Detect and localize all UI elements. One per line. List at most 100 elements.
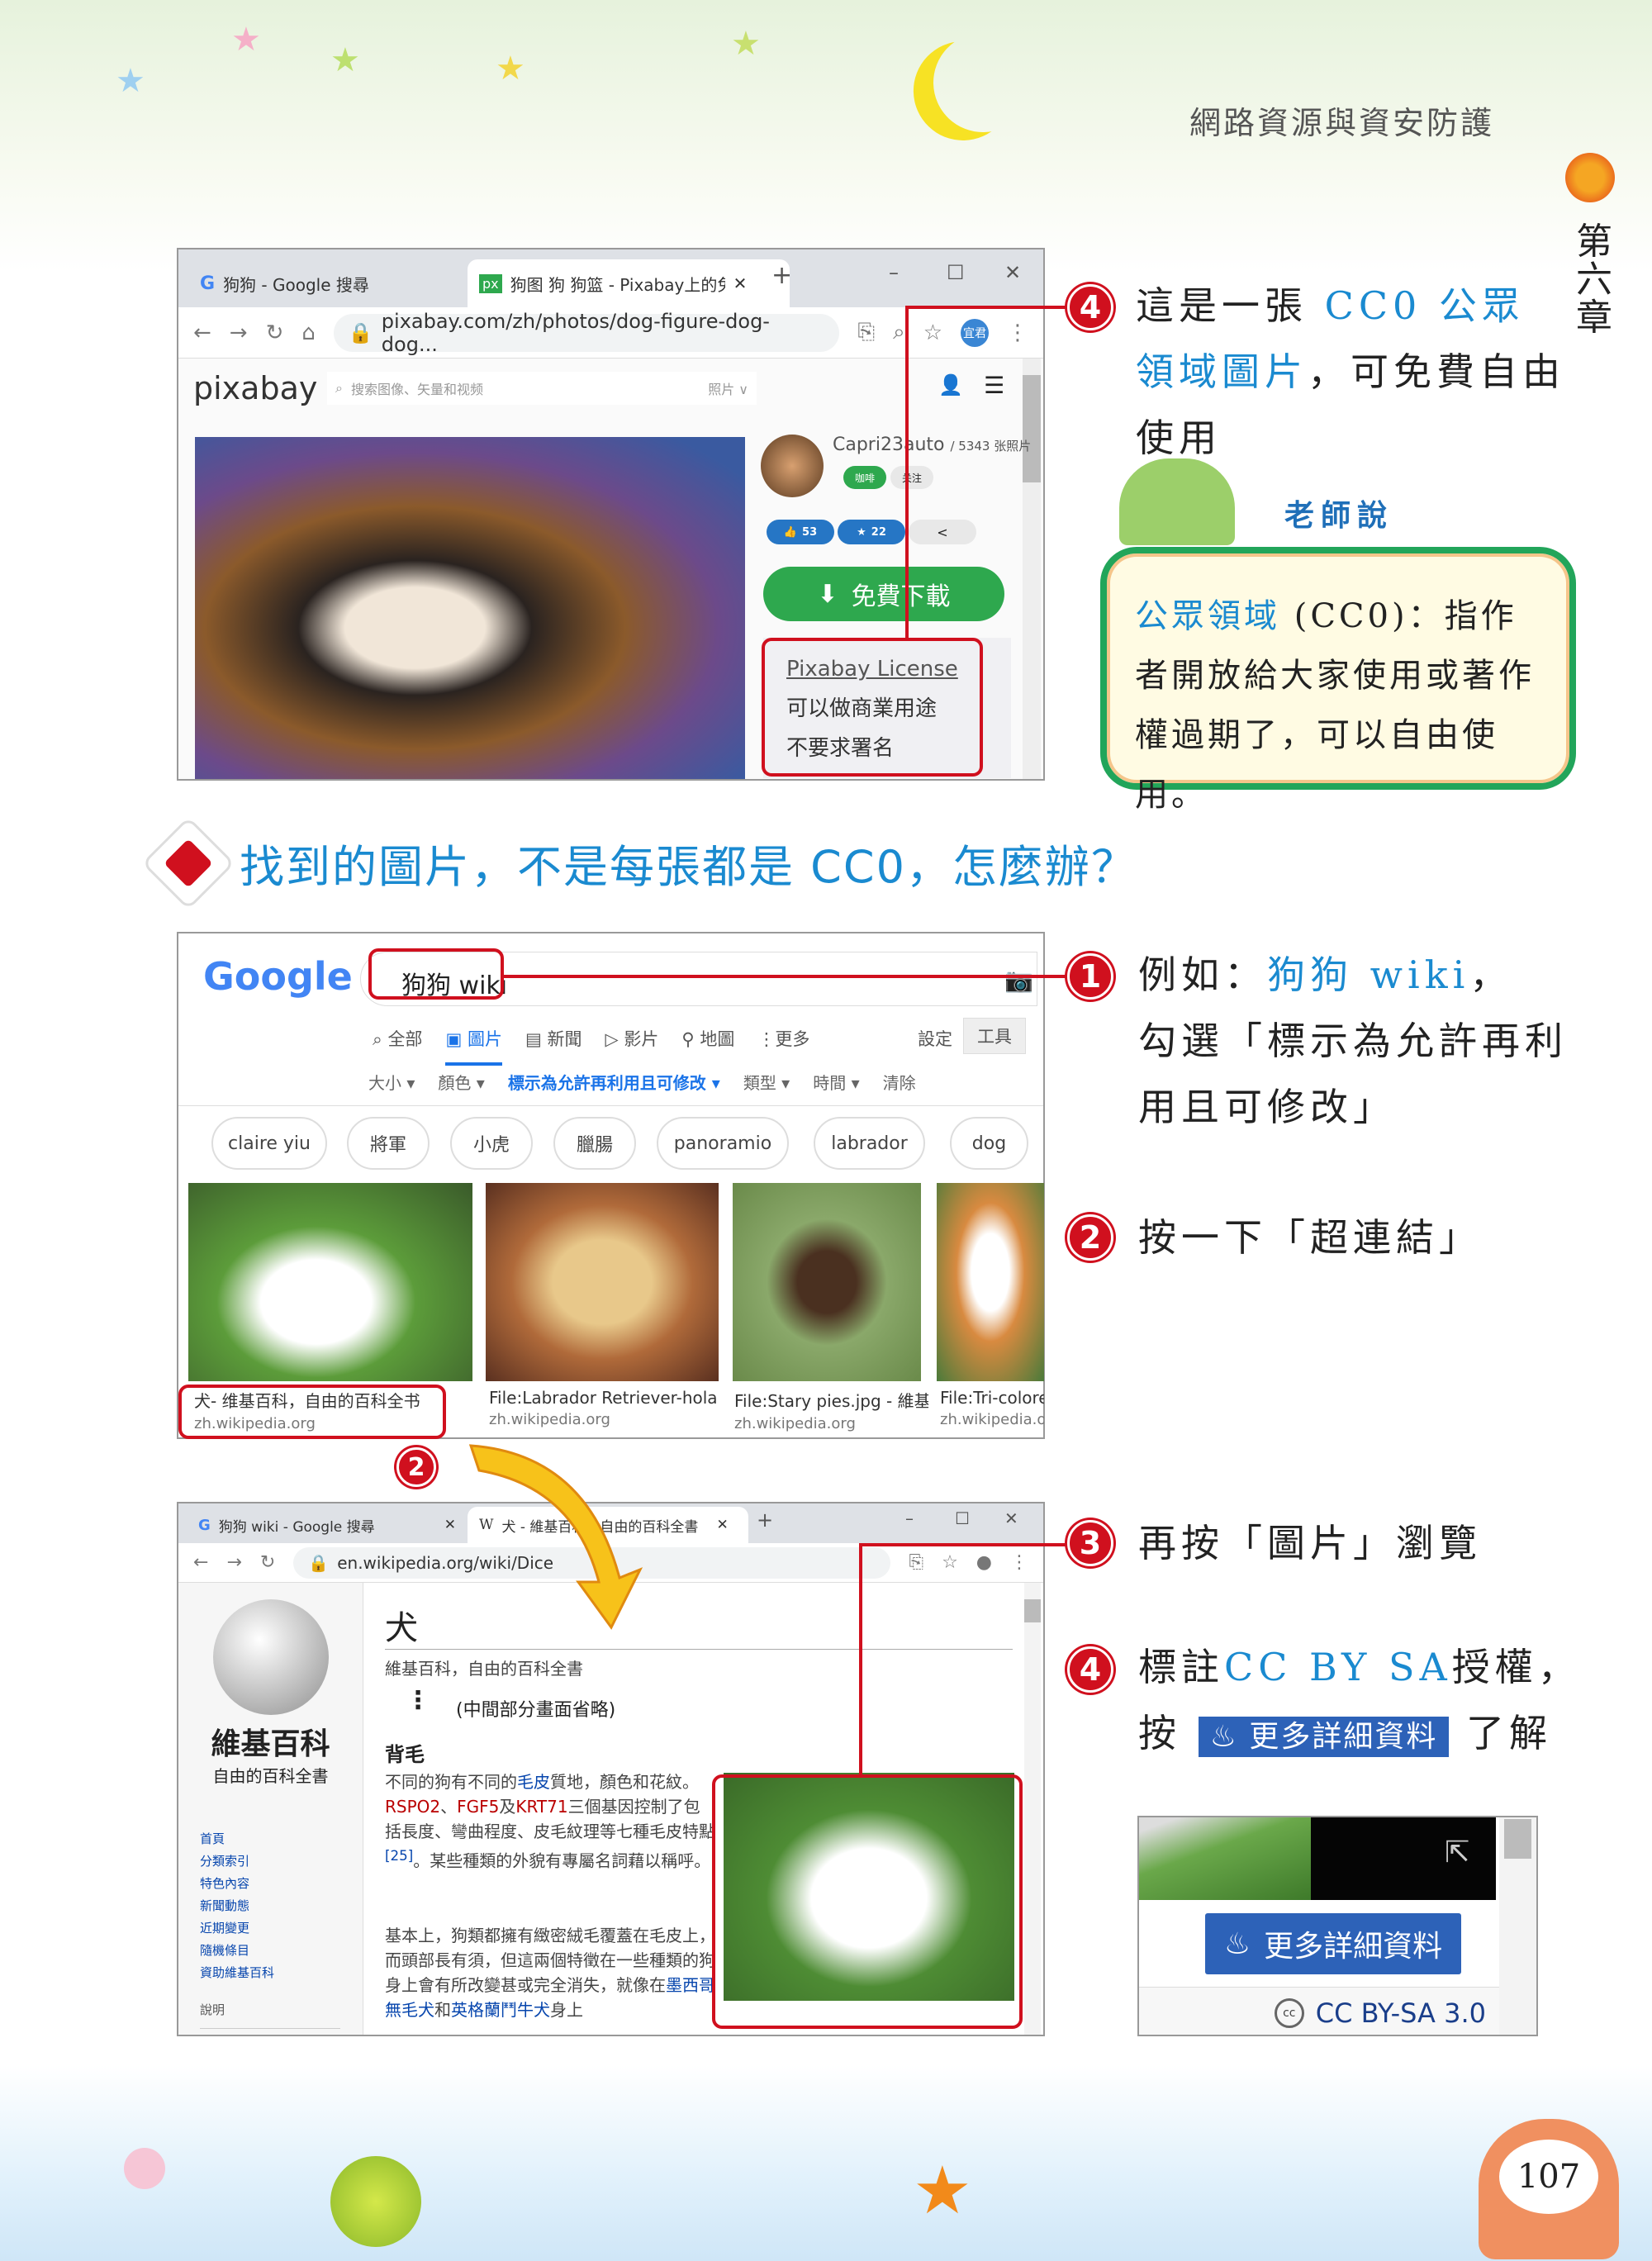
back-icon[interactable]: ← bbox=[193, 1552, 208, 1573]
author-name[interactable]: Capri23auto bbox=[833, 435, 944, 455]
free-download-button[interactable]: ⬇ 免費下載 bbox=[763, 567, 1004, 621]
wiki-tagline: 自由的百科全書 bbox=[212, 1766, 329, 1786]
teacher-says-box: 公眾領域 (CC0)：指作者開放給大家使用或著作權過期了，可以自由使用。 bbox=[1100, 547, 1576, 814]
sidebar-item-home[interactable]: 首頁 bbox=[200, 1828, 363, 1850]
forward-icon[interactable]: → bbox=[230, 321, 248, 345]
profile-icon[interactable]: ● bbox=[976, 1552, 992, 1573]
new-tab-button[interactable]: + bbox=[757, 1508, 773, 1532]
step-2-marker: 2 bbox=[396, 1447, 436, 1487]
reload-icon[interactable]: ↻ bbox=[266, 321, 284, 345]
translate-icon[interactable]: ⎘ bbox=[857, 320, 875, 345]
nav-images[interactable]: ▣ 圖片 bbox=[445, 1026, 502, 1066]
dog-figure-photo[interactable] bbox=[195, 437, 745, 779]
close-tab-icon[interactable]: ✕ bbox=[444, 1517, 456, 1533]
close-tab-icon[interactable]: ✕ bbox=[733, 273, 748, 293]
hamburger-menu-icon[interactable]: ☰ bbox=[984, 372, 1004, 399]
thumbs-up-icon: 👍 bbox=[783, 525, 798, 539]
filter-clear[interactable]: 清除 bbox=[883, 1070, 916, 1094]
result-caption[interactable]: File:Tri-colore zh.wikipedia.or bbox=[940, 1388, 1044, 1428]
chip[interactable]: dog bbox=[950, 1117, 1028, 1170]
scrollbar[interactable] bbox=[1023, 359, 1041, 779]
author-avatar[interactable] bbox=[761, 435, 824, 497]
wikipedia-globe-logo[interactable] bbox=[213, 1599, 329, 1715]
nav-maps[interactable]: ⚲ 地圖 bbox=[681, 1026, 734, 1066]
pixabay-icon: px bbox=[479, 273, 502, 293]
minimize-button[interactable]: – bbox=[889, 261, 899, 284]
image-result-pomeranian[interactable] bbox=[937, 1183, 1044, 1381]
maximize-button[interactable]: ☐ bbox=[947, 261, 965, 284]
pixabay-logo: pixabay bbox=[193, 370, 318, 406]
star-bookmark-icon[interactable]: ☆ bbox=[923, 321, 942, 345]
book-section-title: 網路資源與資安防護 bbox=[1189, 105, 1495, 141]
profile-avatar[interactable]: 宜君 bbox=[961, 318, 989, 347]
nav-more[interactable]: ⋮更多 bbox=[757, 1026, 809, 1066]
coffee-button[interactable]: 咖啡 bbox=[843, 466, 886, 489]
settings-link[interactable]: 設定 bbox=[918, 1026, 952, 1051]
back-icon[interactable]: ← bbox=[193, 321, 211, 345]
sidebar-item-donate[interactable]: 資助維基百科 bbox=[200, 1962, 363, 1984]
tab-pixabay[interactable]: px 狗图 狗 狗篮 - Pixabay上的免 ✕ bbox=[468, 259, 790, 307]
sidebar-item-news[interactable]: 新聞動態 bbox=[200, 1895, 363, 1917]
filter-size[interactable]: 大小 ▾ bbox=[368, 1070, 415, 1094]
license-link[interactable]: CC BY-SA 3.0 bbox=[1316, 1997, 1486, 2029]
sidebar-item-categories[interactable]: 分類索引 bbox=[200, 1850, 363, 1873]
user-icon[interactable]: 👤 bbox=[938, 373, 963, 397]
search-type-dropdown[interactable]: 照片 ∨ bbox=[708, 378, 748, 398]
image-result-labrador[interactable] bbox=[486, 1183, 719, 1381]
open-external-icon[interactable]: ⇱ bbox=[1445, 1836, 1469, 1869]
image-result-german-shepherd[interactable] bbox=[733, 1183, 921, 1381]
translate-icon[interactable]: ⎘ bbox=[909, 1552, 923, 1573]
sidebar-item-help[interactable]: 說明 bbox=[200, 1999, 363, 2021]
star-icon: ★ bbox=[116, 62, 145, 100]
nav-all[interactable]: ⌕ 全部 bbox=[373, 1026, 422, 1066]
nav-news[interactable]: ▤ 新聞 bbox=[525, 1026, 582, 1066]
reload-icon[interactable]: ↻ bbox=[260, 1552, 275, 1573]
nav-videos[interactable]: ▷ 影片 bbox=[605, 1026, 659, 1066]
favorite-button[interactable]: ★ 22 bbox=[838, 520, 905, 544]
chip[interactable]: 臘腸 bbox=[553, 1117, 636, 1170]
scrollbar[interactable] bbox=[1499, 1817, 1536, 2035]
forward-icon[interactable]: → bbox=[226, 1552, 241, 1573]
chip[interactable]: 小虎 bbox=[450, 1117, 533, 1170]
sidebar-item-featured[interactable]: 特色內容 bbox=[200, 1873, 363, 1895]
follow-button[interactable]: 关注 bbox=[890, 466, 933, 489]
filter-color[interactable]: 顏色 ▾ bbox=[438, 1070, 484, 1094]
more-details-button[interactable]: ♨ 更多詳細資料 bbox=[1205, 1913, 1461, 1974]
image-result-white-dog[interactable] bbox=[188, 1183, 472, 1381]
pixabay-search-input[interactable]: ⌕ 搜索图像、矢量和视频 照片 ∨ bbox=[327, 372, 757, 405]
menu-dots-icon[interactable]: ⋮ bbox=[1007, 321, 1028, 345]
sidebar-item-help[interactable]: 說明 bbox=[200, 2028, 340, 2035]
maximize-button[interactable]: ☐ bbox=[955, 1508, 970, 1528]
home-icon[interactable]: ⌂ bbox=[301, 321, 316, 345]
sidebar-item-random[interactable]: 隨機條目 bbox=[200, 1940, 363, 1962]
chip[interactable]: 將軍 bbox=[347, 1117, 430, 1170]
star-icon: ★ bbox=[231, 21, 261, 59]
share-button[interactable]: < bbox=[909, 520, 976, 544]
tab-google-search[interactable]: G 狗狗 wiki - Google 搜尋 ✕ bbox=[187, 1507, 468, 1543]
address-bar[interactable]: 🔒 pixabay.com/zh/photos/dog-figure-dog-do… bbox=[333, 310, 840, 356]
minimize-button[interactable]: – bbox=[905, 1508, 914, 1528]
new-tab-button[interactable]: + bbox=[771, 261, 792, 290]
close-window-button[interactable]: ✕ bbox=[1004, 261, 1021, 284]
scrollbar[interactable] bbox=[1024, 1583, 1041, 2035]
zoom-icon[interactable]: ⌕ bbox=[893, 320, 905, 345]
chip[interactable]: claire yiu bbox=[211, 1117, 327, 1170]
tools-button[interactable]: 工具 bbox=[963, 1018, 1026, 1054]
camera-icon[interactable]: 📷 bbox=[1004, 967, 1033, 994]
like-button[interactable]: 👍 53 bbox=[767, 520, 834, 544]
star-bookmark-icon[interactable]: ☆ bbox=[942, 1552, 958, 1573]
filter-usage-rights[interactable]: 標示為允許再利用且可修改 ▾ bbox=[508, 1070, 720, 1094]
result-caption[interactable]: File:Stary pies.jpg - 維基... zh.wikipedia.… bbox=[734, 1388, 928, 1432]
chip[interactable]: labrador bbox=[814, 1117, 925, 1170]
filter-time[interactable]: 時間 ▾ bbox=[813, 1070, 859, 1094]
close-tab-icon[interactable]: ✕ bbox=[716, 1517, 728, 1533]
tab-google-search[interactable]: G狗狗 - Google 搜尋✕ bbox=[188, 259, 494, 307]
close-window-button[interactable]: ✕ bbox=[1004, 1508, 1018, 1528]
menu-dots-icon[interactable]: ⋮ bbox=[1010, 1552, 1028, 1573]
filter-type[interactable]: 類型 ▾ bbox=[743, 1070, 790, 1094]
chapter-label: 第六章 bbox=[1576, 221, 1612, 339]
page-number: 107 bbox=[1499, 2140, 1598, 2214]
chip[interactable]: panoramio bbox=[657, 1117, 789, 1170]
sidebar-item-recent-changes[interactable]: 近期變更 bbox=[200, 1917, 363, 1940]
step-1-badge: 1 bbox=[1067, 953, 1113, 1000]
